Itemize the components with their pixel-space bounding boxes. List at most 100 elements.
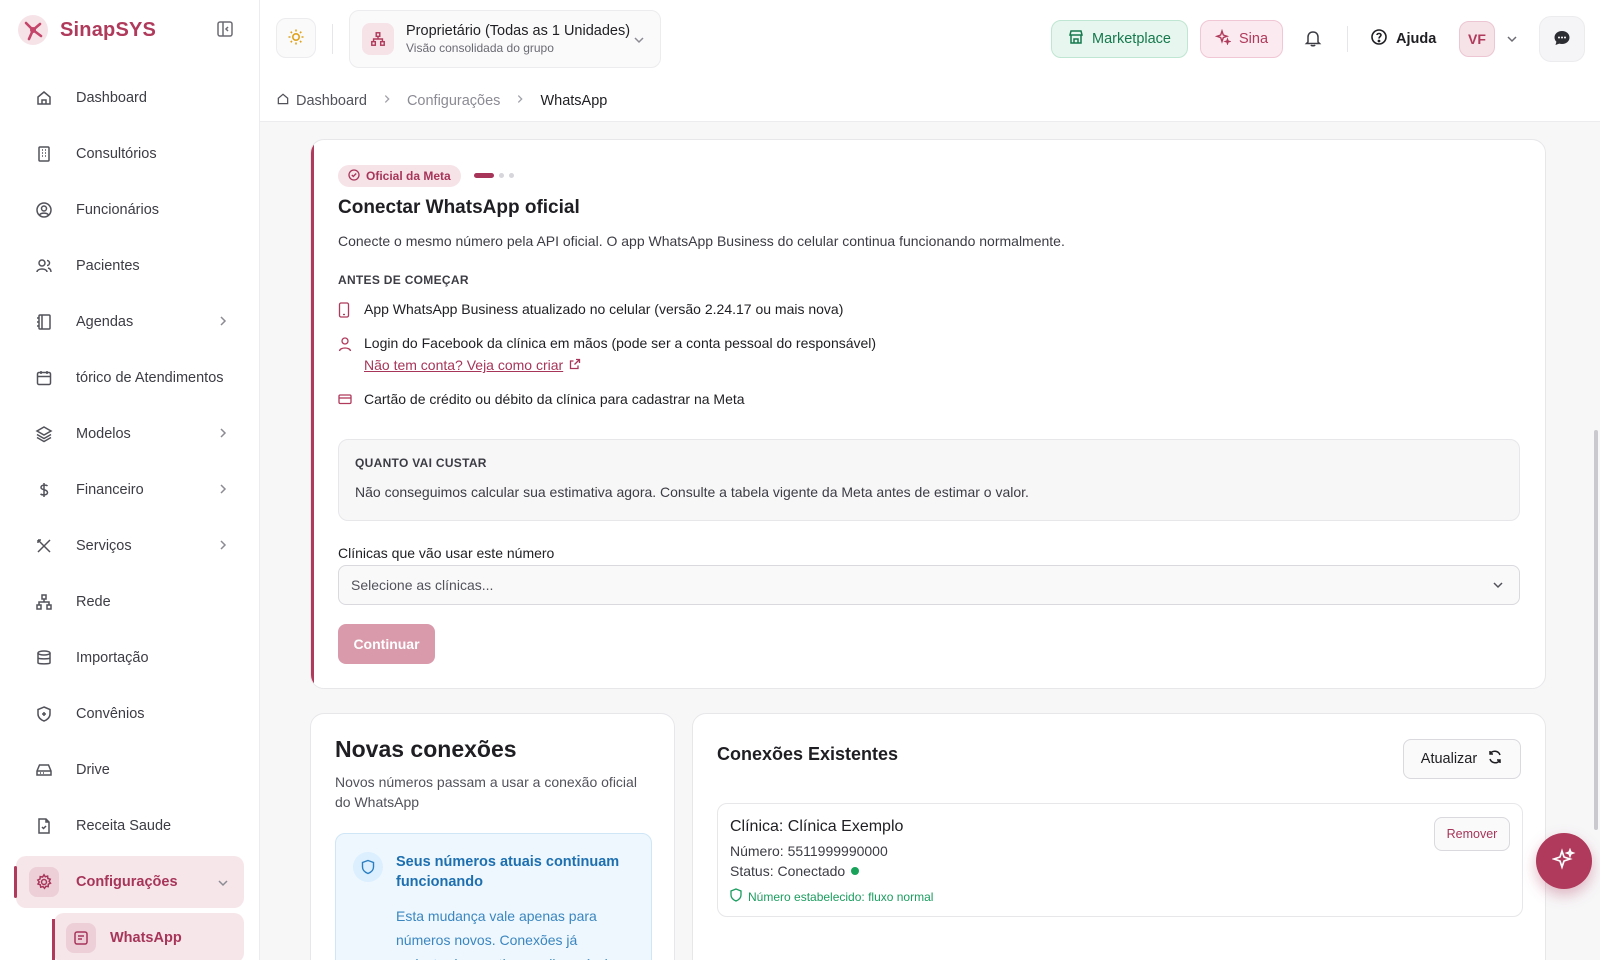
- chevron-right-icon: [216, 314, 230, 328]
- sidebar-item-label: tórico de Atendimentos: [76, 370, 224, 386]
- continue-button[interactable]: Continuar: [338, 624, 435, 664]
- message-square-icon: [66, 923, 96, 953]
- users-icon: [34, 256, 54, 276]
- requirement-item: Cartão de crédito ou débito da clínica p…: [338, 391, 745, 408]
- connection-item: Clínica: Clínica Exemplo Número: 5511999…: [717, 803, 1523, 917]
- ai-assistant-button[interactable]: [1536, 833, 1592, 889]
- sidebar-item-configuracoes[interactable]: Configurações: [14, 856, 244, 908]
- sidebar-item-financeiro[interactable]: Financeiro: [16, 462, 244, 518]
- brand[interactable]: SinapSYS: [16, 12, 156, 48]
- breadcrumb-home[interactable]: Dashboard: [276, 92, 367, 110]
- sidebar-item-importacao[interactable]: Importação: [16, 630, 244, 686]
- organization-subtitle: Visão consolidada do grupo: [406, 41, 554, 55]
- home-icon: [34, 88, 54, 108]
- credit-card-icon: [338, 392, 352, 408]
- requirement-text: Login do Facebook da clínica em mãos (po…: [364, 335, 877, 351]
- organization-title: Proprietário (Todas as 1 Unidades): [406, 23, 631, 39]
- sidebar-collapse-icon[interactable]: [216, 20, 236, 40]
- requirement-item: App WhatsApp Business atualizado no celu…: [338, 301, 843, 318]
- sidebar-item-consultorios[interactable]: Consultórios: [16, 126, 244, 182]
- sidebar-item-dashboard[interactable]: Dashboard: [16, 70, 244, 126]
- step-indicator-dot: [509, 173, 514, 178]
- breadcrumb-configuracoes[interactable]: Configurações: [407, 93, 501, 109]
- official-meta-badge: Oficial da Meta: [338, 165, 461, 187]
- sidebar-item-rede[interactable]: Rede: [16, 574, 244, 630]
- help-button[interactable]: Ajuda: [1370, 28, 1436, 50]
- connection-note: Número estabelecido: fluxo normal: [730, 888, 933, 905]
- requirement-item: Login do Facebook da clínica em mãos (po…: [338, 335, 876, 373]
- sidebar-item-pacientes[interactable]: Pacientes: [16, 238, 244, 294]
- marketplace-button[interactable]: Marketplace: [1051, 20, 1188, 58]
- chevron-right-icon: [216, 482, 230, 496]
- sidebar-item-label: Pacientes: [76, 258, 140, 274]
- shield-icon: [34, 704, 54, 724]
- info-title: Seus números atuais continuam funcionand…: [396, 854, 620, 890]
- book-icon: [34, 312, 54, 332]
- network-icon: [362, 23, 394, 55]
- shield-check-icon: [730, 888, 742, 905]
- chat-button[interactable]: [1539, 16, 1585, 62]
- requirement-text: Cartão de crédito ou débito da clínica p…: [364, 391, 745, 407]
- header-divider: [332, 24, 333, 54]
- connection-note-text: Número estabelecido: fluxo normal: [748, 889, 934, 904]
- sidebar-subitem-whatsapp[interactable]: WhatsApp: [52, 913, 244, 960]
- sidebar-item-agendas[interactable]: Agendas: [16, 294, 244, 350]
- chevron-right-icon: [381, 93, 393, 109]
- sidebar-item-label: Financeiro: [76, 482, 144, 498]
- new-connections-title: Novas conexões: [335, 736, 517, 762]
- organization-selector[interactable]: Proprietário (Todas as 1 Unidades) Visão…: [349, 10, 661, 68]
- chevron-right-icon: [216, 538, 230, 552]
- info-box: Seus números atuais continuam funcionand…: [335, 833, 652, 960]
- sidebar-item-modelos[interactable]: Modelos: [16, 406, 244, 462]
- create-account-link[interactable]: Não tem conta? Veja como criar: [364, 357, 581, 373]
- chat-bubble-icon: [1552, 28, 1572, 51]
- sidebar-item-label: Rede: [76, 594, 111, 610]
- sidebar-item-receita-saude[interactable]: Receita Saude: [16, 798, 244, 854]
- chevron-down-icon[interactable]: [1505, 32, 1519, 49]
- sidebar-item-funcionarios[interactable]: Funcionários: [16, 182, 244, 238]
- chevron-down-icon: [216, 876, 230, 890]
- refresh-icon: [1487, 749, 1503, 769]
- top-header: Proprietário (Todas as 1 Unidades) Visão…: [260, 0, 1600, 80]
- page-scrollbar[interactable]: [1594, 430, 1598, 830]
- sina-label: Sina: [1238, 31, 1269, 47]
- sidebar-item-servicos[interactable]: Serviços: [16, 518, 244, 574]
- sidebar-item-label: Modelos: [76, 426, 131, 442]
- breadcrumb-home-label: Dashboard: [296, 92, 367, 109]
- theme-toggle-button[interactable]: [276, 18, 316, 58]
- sidebar-item-historico[interactable]: tórico de Atendimentos: [16, 350, 244, 406]
- badge-label: Oficial da Meta: [366, 169, 451, 183]
- refresh-label: Atualizar: [1420, 751, 1478, 767]
- new-connections-card: Novas conexões Novos números passam a us…: [310, 713, 675, 960]
- bell-icon[interactable]: [1303, 28, 1323, 51]
- layers-icon: [34, 424, 54, 444]
- sun-icon: [287, 28, 305, 49]
- clinics-select[interactable]: Selecione as clínicas...: [338, 565, 1520, 605]
- sidebar-item-label: Funcionários: [76, 202, 160, 218]
- sidebar-item-convenios[interactable]: Convênios: [16, 686, 244, 742]
- sina-button[interactable]: Sina: [1200, 20, 1283, 58]
- create-account-link-label: Não tem conta? Veja como criar: [364, 357, 564, 373]
- connect-whatsapp-card: Oficial da Meta Conectar WhatsApp oficia…: [310, 139, 1546, 689]
- building-icon: [34, 144, 54, 164]
- existing-connections-card: Conexões Existentes Atualizar Clínica: C…: [692, 713, 1546, 960]
- chevron-down-icon: [1491, 578, 1505, 595]
- refresh-button[interactable]: Atualizar: [1403, 739, 1521, 779]
- connection-number: Número: 5511999990000: [730, 843, 888, 859]
- card-title: Conectar WhatsApp oficial: [338, 197, 580, 218]
- requirement-text: App WhatsApp Business atualizado no celu…: [364, 301, 844, 317]
- sparkles-icon: [1551, 847, 1576, 875]
- sidebar-item-drive[interactable]: Drive: [16, 742, 244, 798]
- cost-text: Não conseguimos calcular sua estimativa …: [355, 484, 1029, 500]
- sidebar-item-label: Drive: [76, 762, 110, 778]
- help-label: Ajuda: [1396, 31, 1437, 47]
- cost-label: QUANTO VAI CUSTAR: [355, 456, 487, 470]
- check-circle-icon: [348, 168, 360, 184]
- smartphone-icon: [338, 302, 352, 318]
- chevron-down-icon: [632, 33, 646, 50]
- remove-connection-button[interactable]: Remover: [1434, 817, 1510, 851]
- avatar[interactable]: VF: [1459, 21, 1495, 57]
- connection-clinic: Clínica: Clínica Exemplo: [730, 818, 904, 835]
- file-icon: [34, 816, 54, 836]
- marketplace-label: Marketplace: [1092, 31, 1171, 47]
